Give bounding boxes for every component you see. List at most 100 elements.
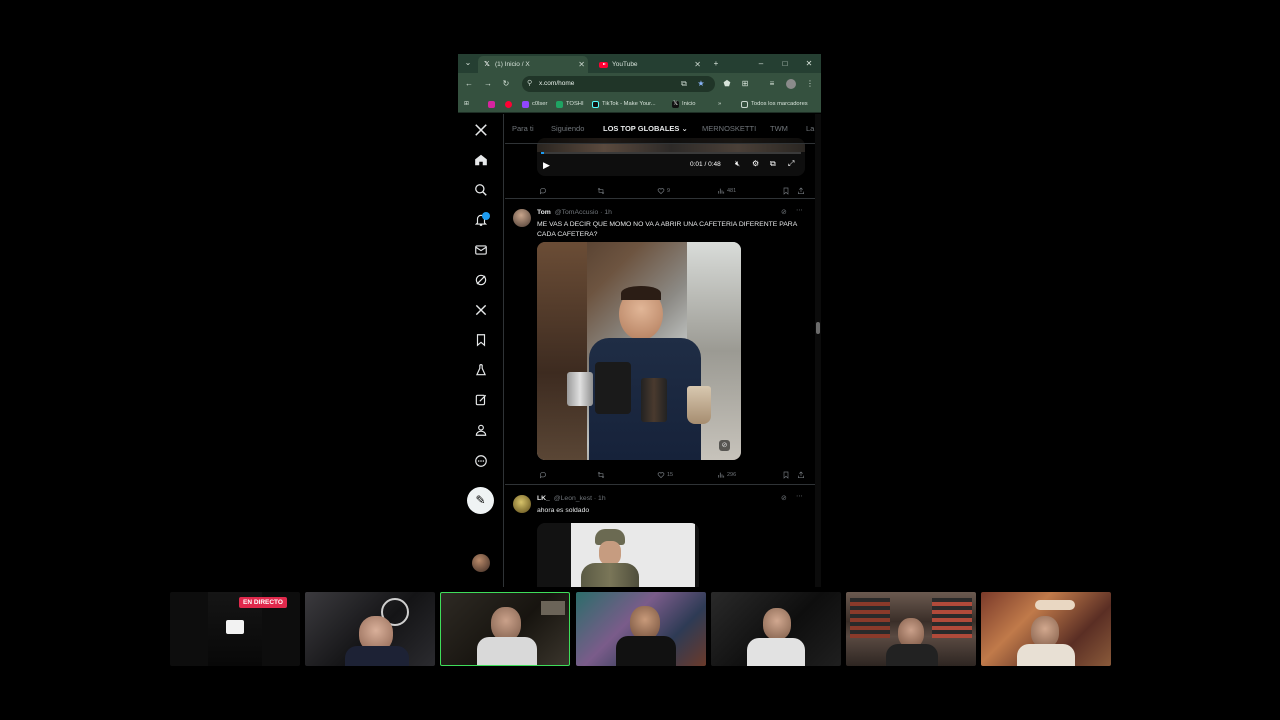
bookmark-instagram[interactable] [488, 95, 498, 113]
tab-mernosketti[interactable]: MERNOSKETTI [702, 114, 756, 144]
profile-icon[interactable] [472, 421, 490, 439]
avatar[interactable] [513, 209, 531, 227]
tab-la[interactable]: La [806, 114, 814, 144]
x-logo-icon[interactable] [472, 121, 490, 139]
views-button[interactable]: 296 [717, 470, 736, 480]
profile-avatar-icon[interactable] [784, 77, 798, 91]
new-tab-button[interactable]: + [705, 54, 727, 73]
extensions-puzzle-icon[interactable]: ⊞ [738, 77, 752, 91]
x-sidebar: ✎ [458, 114, 504, 587]
reply-button[interactable] [539, 470, 549, 480]
more-options-icon[interactable]: ⋯ [796, 206, 803, 214]
tab-siguiendo[interactable]: Siguiendo [551, 114, 584, 144]
minimize-button[interactable]: – [750, 54, 772, 73]
more-bookmarks-chevron[interactable]: » [718, 95, 721, 113]
tab-para-ti[interactable]: Para ti [512, 114, 534, 144]
install-app-icon[interactable]: ⧉ [679, 79, 689, 89]
all-bookmarks-folder[interactable]: Todos los marcadores [741, 95, 808, 113]
play-icon[interactable]: ▶ [543, 160, 550, 171]
search-icon[interactable] [472, 181, 490, 199]
webcam-tile-5 [711, 592, 841, 666]
media-control-icon[interactable]: ≡ [765, 77, 779, 91]
premium-x-icon[interactable] [472, 301, 490, 319]
settings-gear-icon[interactable]: ⚙ [752, 159, 759, 168]
menu-kebab-icon[interactable]: ⋮ [803, 77, 817, 91]
like-button[interactable]: 15 [657, 470, 673, 480]
grok-icon[interactable]: ⊘ [781, 494, 787, 502]
like-count: 15 [667, 472, 674, 478]
reload-icon[interactable]: ↻ [499, 77, 513, 91]
fullscreen-icon[interactable]: ⤢ [788, 159, 794, 169]
page-scrollbar[interactable] [815, 114, 821, 587]
home-icon[interactable] [472, 151, 490, 169]
forward-icon[interactable]: → [481, 77, 495, 91]
chevron-down-icon: ⌄ [681, 124, 688, 133]
messages-envelope-icon[interactable] [472, 241, 490, 259]
retweet-icon [597, 471, 605, 479]
compose-post-button[interactable]: ✎ [467, 487, 494, 514]
more-options-icon[interactable]: ⋯ [796, 492, 803, 500]
bookmark-youtube[interactable] [505, 95, 515, 113]
bookmark-c0lser[interactable]: c0lser [522, 95, 547, 113]
address-bar[interactable]: ⚲ x.com/home ⧉ ★ [522, 76, 715, 92]
tab-search-icon[interactable]: ⌄ [461, 56, 475, 70]
apps-grid-icon[interactable]: ⊞ [464, 95, 469, 113]
author-handle[interactable]: @TomAccusio · 1h [555, 209, 612, 216]
author-handle[interactable]: @Leon_kest · 1h [554, 495, 606, 502]
tab-los-top-globales[interactable]: LOS TOP GLOBALES ⌄ [603, 114, 688, 144]
account-avatar[interactable] [472, 554, 490, 572]
x-logo-icon: 𝕏 [672, 100, 679, 108]
tweet[interactable]: Tom @TomAccusio · 1h ⊘ ⋯ ME VAS A DECIR … [505, 200, 815, 485]
bookmark-inicio[interactable]: 𝕏 Inicio [672, 95, 696, 113]
author-name[interactable]: LK_ [537, 495, 550, 502]
views-count: 481 [727, 188, 737, 194]
video-progress-track[interactable] [541, 152, 801, 154]
picture-in-picture-icon[interactable]: ⧉ [770, 159, 776, 169]
avatar[interactable] [513, 495, 531, 513]
more-options-icon[interactable] [472, 452, 490, 470]
bookmarks-icon[interactable] [472, 331, 490, 349]
video-progress-fill [541, 152, 544, 154]
tab-twm[interactable]: TWM [770, 114, 788, 144]
mute-icon[interactable]: 🔇︎ [735, 159, 740, 169]
folder-icon [741, 100, 748, 108]
x-page: ✎ Para ti Siguiendo LOS TOP GLOBALES ⌄ M… [458, 114, 821, 587]
articles-compose-icon[interactable] [472, 391, 490, 409]
maximize-button[interactable]: □ [774, 54, 796, 73]
close-tab-icon[interactable]: ✕ [694, 56, 701, 73]
share-button[interactable] [797, 186, 807, 196]
close-tab-icon[interactable]: ✕ [578, 56, 585, 73]
notification-count-badge [482, 212, 490, 220]
tweet-image[interactable] [537, 523, 699, 587]
reply-button[interactable] [539, 186, 549, 196]
close-window-button[interactable]: ✕ [798, 54, 820, 73]
streamer-shirt [477, 637, 537, 665]
image-alt-icon[interactable]: ⊘ [719, 440, 730, 451]
back-icon[interactable]: ← [462, 77, 476, 91]
webcam-tile-2 [305, 592, 435, 666]
bookmark-button[interactable] [782, 470, 792, 480]
tweet[interactable]: LK_ @Leon_kest · 1h ⊘ ⋯ ahora es soldado [505, 486, 815, 587]
grok-icon[interactable]: ⊘ [781, 208, 787, 216]
share-button[interactable] [797, 470, 807, 480]
bookmark-button[interactable] [782, 186, 792, 196]
jobs-flask-icon[interactable] [472, 361, 490, 379]
retweet-button[interactable] [597, 186, 607, 196]
bookmarks-bar: ⊞ c0lser TOSHI TikTok - Make Your... 𝕏 I… [458, 95, 821, 113]
scrollbar-thumb[interactable] [816, 322, 820, 334]
bookmark-star-icon[interactable]: ★ [696, 79, 706, 89]
bookmark-tiktok[interactable]: TikTok - Make Your... [592, 95, 656, 113]
retweet-button[interactable] [597, 470, 607, 480]
views-button[interactable]: 481 [717, 186, 736, 196]
grok-icon[interactable] [472, 271, 490, 289]
shoe-shelf [850, 598, 890, 638]
tab-x-home[interactable]: 𝕏 (1) Inicio / X ✕ [478, 56, 588, 73]
site-info-icon[interactable]: ⚲ [527, 80, 535, 88]
tab-youtube[interactable]: YouTube ✕ [594, 56, 704, 73]
author-name[interactable]: Tom [537, 209, 551, 216]
tweet-header: Tom @TomAccusio · 1h [537, 209, 612, 216]
extension-shield-icon[interactable]: ⬟ [720, 77, 734, 91]
tweet-image[interactable]: ⊘ [537, 242, 741, 460]
like-button[interactable]: 9 [657, 186, 670, 196]
bookmark-toshi[interactable]: TOSHI [556, 95, 584, 113]
